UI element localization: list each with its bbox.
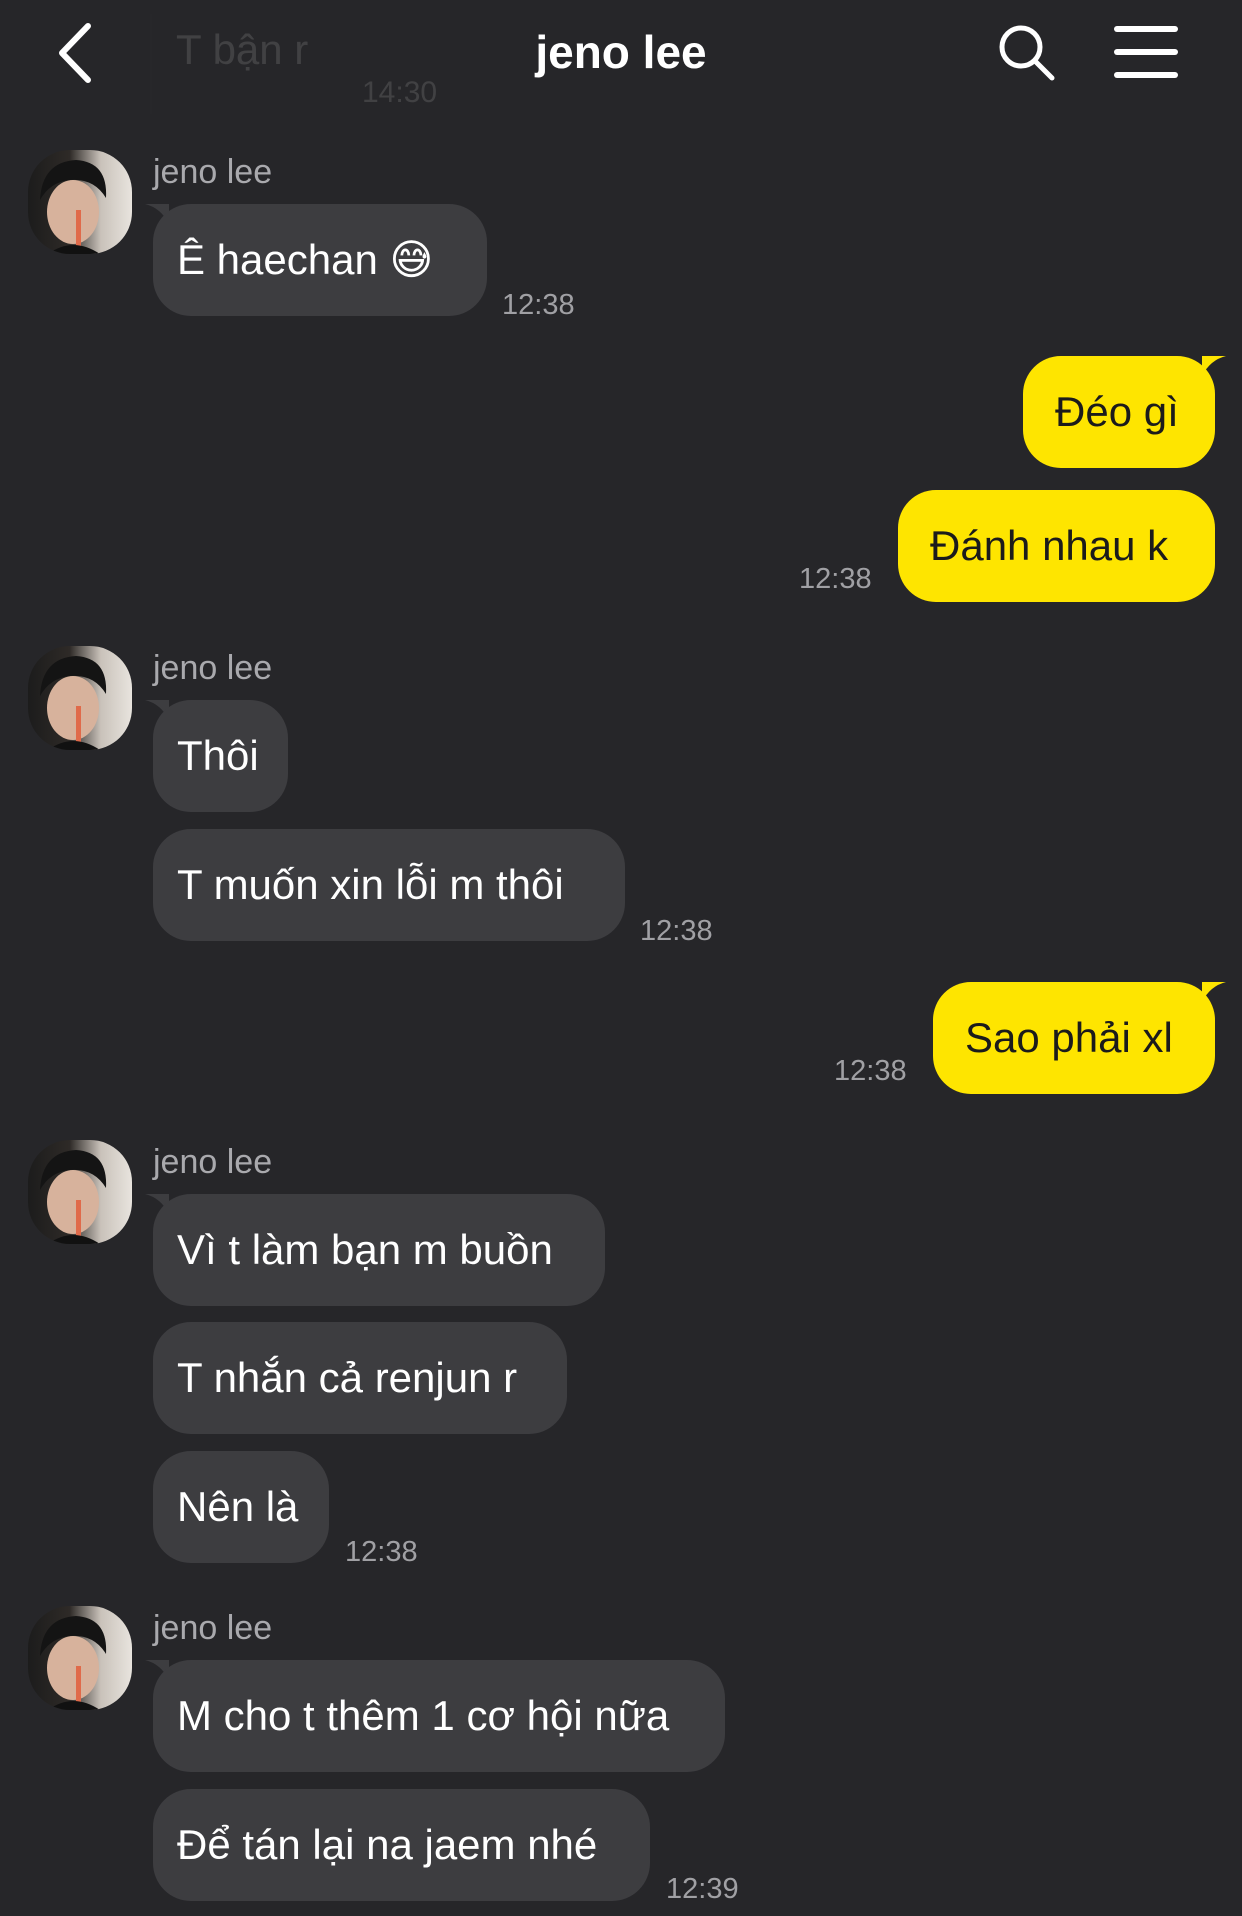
profile-photo bbox=[40, 160, 107, 254]
menu-button[interactable] bbox=[1114, 26, 1178, 78]
incoming-message-bubble[interactable]: Nên là bbox=[153, 1451, 329, 1563]
profile-photo bbox=[40, 1150, 107, 1244]
profile-photo bbox=[40, 1616, 107, 1710]
message-timestamp: 12:38 bbox=[345, 1536, 418, 1568]
message-timestamp: 12:38 bbox=[640, 915, 713, 947]
outgoing-message-bubble[interactable]: Đánh nhau k bbox=[898, 490, 1215, 602]
avatar[interactable] bbox=[28, 1606, 132, 1710]
sender-name: jeno lee bbox=[153, 1609, 273, 1647]
incoming-message-bubble[interactable]: Vì t làm bạn m buồn bbox=[153, 1194, 605, 1306]
message-timestamp: 12:39 bbox=[666, 1873, 739, 1905]
incoming-message-bubble[interactable]: Để tán lại na jaem nhé bbox=[153, 1789, 650, 1901]
sender-name: jeno lee bbox=[153, 649, 273, 687]
message-timestamp: 12:38 bbox=[834, 1055, 907, 1087]
incoming-message-bubble[interactable]: Thôi bbox=[153, 700, 288, 812]
avatar[interactable] bbox=[28, 646, 132, 750]
avatar[interactable] bbox=[28, 150, 132, 254]
incoming-message-bubble[interactable]: T muốn xin lỗi m thôi bbox=[153, 829, 625, 941]
message-timestamp: 12:38 bbox=[799, 563, 872, 595]
incoming-message-bubble[interactable]: T nhắn cả renjun r bbox=[153, 1322, 567, 1434]
sender-name: jeno lee bbox=[153, 1143, 273, 1181]
chat-header: T bận r 14:30 jeno lee bbox=[0, 0, 1242, 110]
outgoing-message-bubble[interactable]: Đéo gì bbox=[1023, 356, 1215, 468]
message-timestamp: 12:38 bbox=[502, 289, 575, 321]
search-button[interactable] bbox=[996, 22, 1058, 84]
search-icon bbox=[999, 25, 1055, 81]
incoming-message-bubble[interactable]: Ê haechan 😅 bbox=[153, 204, 487, 316]
avatar[interactable] bbox=[28, 1140, 132, 1244]
incoming-message-bubble[interactable]: M cho t thêm 1 cơ hội nữa bbox=[153, 1660, 725, 1772]
profile-photo bbox=[40, 656, 107, 750]
sender-name: jeno lee bbox=[153, 153, 273, 191]
outgoing-message-bubble[interactable]: Sao phải xl bbox=[933, 982, 1215, 1094]
